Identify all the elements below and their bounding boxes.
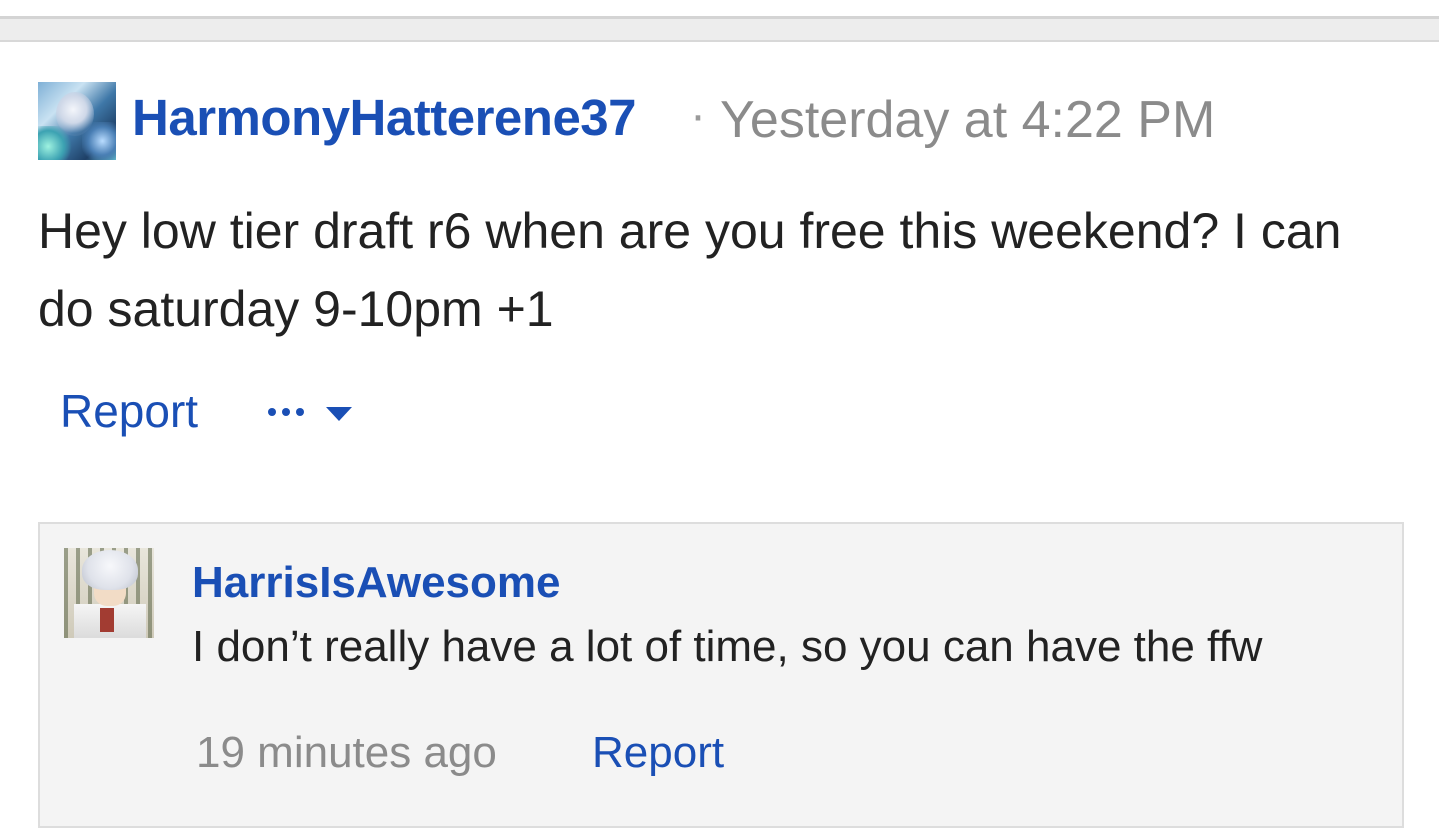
more-dot [282,408,290,416]
user-avatar-icon[interactable] [38,82,116,160]
report-link[interactable]: Report [60,385,198,437]
reply-timestamp[interactable]: 19 minutes ago [196,728,497,778]
divider-bar [0,16,1439,42]
chevron-down-icon [326,407,352,421]
more-dot [268,408,276,416]
more-dot [296,408,304,416]
reply-username[interactable]: HarrisIsAwesome [192,558,561,608]
post-actions: Report [60,384,352,440]
top-divider [0,0,1439,44]
reply-comment: HarrisIsAwesome I don’t really have a lo… [38,522,1404,828]
post-timestamp[interactable]: Yesterday at 4:22 PM [720,90,1215,150]
reply-body: I don’t really have a lot of time, so yo… [192,622,1263,671]
user-avatar-icon[interactable] [64,548,154,638]
separator-dot: · [690,89,706,142]
reply-report-link[interactable]: Report [592,728,724,778]
more-options-icon[interactable] [268,398,354,428]
post-username[interactable]: HarmonyHatterene37 [132,88,637,147]
post-body: Hey low tier draft r6 when are you free … [38,203,1342,337]
